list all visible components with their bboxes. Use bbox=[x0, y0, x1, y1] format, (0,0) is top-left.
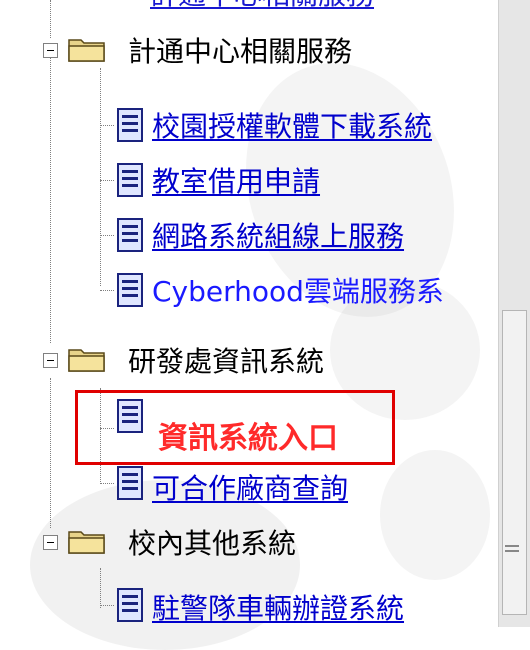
document-icon bbox=[117, 466, 143, 500]
folder-icon bbox=[68, 349, 105, 372]
partial-item-label[interactable]: 計通中心相關服務 bbox=[150, 0, 374, 13]
scrollbar-thumb[interactable] bbox=[502, 310, 527, 615]
tree-item-classroom-booking[interactable]: 教室借用申請 bbox=[152, 155, 320, 205]
tree-item-label[interactable]: 駐警隊車輛辦證系統 bbox=[152, 587, 404, 627]
tree-line bbox=[100, 568, 101, 608]
tree-item-label[interactable]: 網路系統組線上服務 bbox=[152, 215, 404, 255]
document-icon bbox=[117, 108, 143, 142]
group-label[interactable]: 計通中心相關服務 bbox=[128, 30, 352, 70]
tree-group-rd-systems[interactable]: 研發處資訊系統 bbox=[128, 335, 324, 385]
collapse-minus-icon[interactable] bbox=[43, 353, 58, 368]
scrollbar-grip-icon bbox=[505, 545, 519, 557]
tree-item-info-system-portal[interactable]: 資訊系統入口 bbox=[158, 410, 338, 460]
tree-line bbox=[100, 180, 114, 181]
group-label[interactable]: 研發處資訊系統 bbox=[128, 340, 324, 380]
tree-line bbox=[100, 125, 114, 126]
group-label[interactable]: 校內其他系統 bbox=[128, 522, 296, 562]
document-icon bbox=[117, 218, 143, 252]
tree-item-vehicle-permit[interactable]: 駐警隊車輛辦證系統 bbox=[152, 582, 404, 632]
tree-item-network-service[interactable]: 網路系統組線上服務 bbox=[152, 210, 404, 260]
tree-line bbox=[100, 605, 114, 606]
tree-line bbox=[100, 235, 114, 236]
collapse-minus-icon[interactable] bbox=[43, 43, 58, 58]
tree-line bbox=[50, 378, 51, 528]
folder-icon bbox=[68, 39, 105, 62]
document-icon bbox=[117, 163, 143, 197]
tree-item-label[interactable]: 教室借用申請 bbox=[152, 160, 320, 200]
vertical-scrollbar[interactable] bbox=[498, 0, 530, 627]
tree-item-label[interactable]: Cyberhood雲端服務系 bbox=[152, 270, 444, 310]
tree-item-cyberhood[interactable]: Cyberhood雲端服務系 bbox=[152, 265, 444, 315]
tree-line bbox=[50, 0, 51, 38]
tree-line bbox=[100, 68, 101, 286]
tree-item-label[interactable]: 資訊系統入口 bbox=[158, 413, 338, 457]
tree-item-vendor-search[interactable]: 可合作廠商查詢 bbox=[152, 462, 348, 512]
collapse-minus-icon[interactable] bbox=[43, 535, 58, 550]
tree-line bbox=[50, 58, 51, 343]
folder-icon bbox=[68, 531, 105, 554]
tree-item-label[interactable]: 可合作廠商查詢 bbox=[152, 467, 348, 507]
tree-item-partial[interactable]: 計通中心相關服務 bbox=[150, 0, 374, 18]
tree-group-other-systems[interactable]: 校內其他系統 bbox=[128, 517, 296, 567]
document-icon bbox=[117, 588, 143, 622]
navigation-tree: 計通中心相關服務 計通中心相關服務 校園授權軟體下載系統 教室借用申請 網路系統… bbox=[0, 0, 498, 627]
tree-item-software-download[interactable]: 校園授權軟體下載系統 bbox=[152, 100, 432, 150]
tree-item-label[interactable]: 校園授權軟體下載系統 bbox=[152, 105, 432, 145]
tree-line bbox=[100, 290, 114, 291]
tree-line bbox=[100, 483, 114, 484]
tree-group-cc-services[interactable]: 計通中心相關服務 bbox=[128, 25, 352, 75]
document-icon bbox=[117, 273, 143, 307]
